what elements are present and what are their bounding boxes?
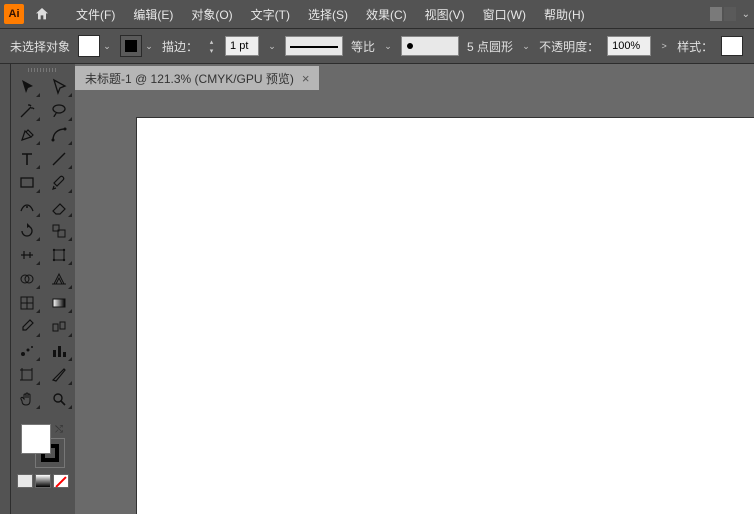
chevron-down-icon[interactable]: >: [659, 41, 669, 51]
menu-edit[interactable]: 编辑(E): [125, 2, 181, 27]
tool-panel: ⤭: [11, 64, 75, 514]
stroke-swatch[interactable]: ⌄: [120, 35, 154, 57]
column-graph-tool[interactable]: [45, 340, 73, 362]
mesh-tool[interactable]: [13, 292, 41, 314]
opacity-input[interactable]: [607, 36, 651, 56]
menu-help[interactable]: 帮助(H): [536, 2, 593, 27]
scale-tool[interactable]: [45, 220, 73, 242]
paintbrush-tool[interactable]: [45, 172, 73, 194]
canvas-viewport[interactable]: [75, 90, 754, 514]
panel-collapse-gutter[interactable]: [0, 64, 11, 514]
menu-type[interactable]: 文字(T): [243, 2, 298, 27]
gradient-tool[interactable]: [45, 292, 73, 314]
menu-select[interactable]: 选择(S): [300, 2, 356, 27]
selection-tool[interactable]: [13, 76, 41, 98]
pen-tool[interactable]: [13, 124, 41, 146]
close-icon[interactable]: ×: [302, 71, 310, 86]
canvas-area: 未标题-1 @ 121.3% (CMYK/GPU 预览) ×: [75, 64, 754, 514]
chevron-down-icon[interactable]: ⌄: [144, 41, 154, 51]
style-swatch[interactable]: [721, 36, 743, 56]
artboard[interactable]: [137, 118, 754, 514]
stroke-weight-input[interactable]: [225, 36, 259, 56]
zoom-tool[interactable]: [45, 388, 73, 410]
hand-tool[interactable]: [13, 388, 41, 410]
shaper-tool[interactable]: [13, 196, 41, 218]
stroke-label: 描边：: [162, 38, 198, 55]
app-icon: Ai: [4, 4, 24, 24]
brush-preview[interactable]: [401, 36, 459, 56]
style-label: 样式：: [677, 38, 713, 55]
lasso-tool[interactable]: [45, 100, 73, 122]
color-mode-none[interactable]: [53, 474, 69, 488]
chevron-down-icon[interactable]: ⌄: [521, 41, 531, 51]
free-transform-tool[interactable]: [45, 244, 73, 266]
fill-stroke-picker[interactable]: ⤭: [21, 424, 65, 468]
direct-selection-tool[interactable]: [45, 76, 73, 98]
menu-window[interactable]: 窗口(W): [475, 2, 534, 27]
blend-tool[interactable]: [45, 316, 73, 338]
chevron-down-icon[interactable]: ⌄: [383, 41, 393, 51]
opacity-label: 不透明度：: [539, 38, 599, 55]
workspace: ⤭ 未标题-1 @ 121.3% (CMYK/GPU 预览) ×: [0, 64, 754, 514]
color-mode-gradient[interactable]: [35, 474, 51, 488]
color-mode-row: [17, 474, 69, 488]
menu-file[interactable]: 文件(F): [68, 2, 123, 27]
eraser-tool[interactable]: [45, 196, 73, 218]
menu-effect[interactable]: 效果(C): [358, 2, 415, 27]
workspace-layout-toggle[interactable]: ⌄: [710, 7, 750, 21]
home-icon[interactable]: [30, 2, 54, 26]
eyedropper-tool[interactable]: [13, 316, 41, 338]
width-tool[interactable]: [13, 244, 41, 266]
slice-tool[interactable]: [45, 364, 73, 386]
chevron-down-icon: ⌄: [742, 9, 750, 20]
curvature-tool[interactable]: [45, 124, 73, 146]
cap-label: 5 点圆形: [467, 38, 513, 55]
perspective-grid-tool[interactable]: [45, 268, 73, 290]
shape-builder-tool[interactable]: [13, 268, 41, 290]
menu-object[interactable]: 对象(O): [183, 2, 240, 27]
chevron-down-icon[interactable]: ⌄: [267, 41, 277, 51]
control-bar: 未选择对象 ⌄ ⌄ 描边： ▴▾ ⌄ 等比 ⌄ 5 点圆形 ⌄ 不透明度： > …: [0, 28, 754, 64]
document-tab-title: 未标题-1 @ 121.3% (CMYK/GPU 预览): [85, 70, 294, 87]
menu-view[interactable]: 视图(V): [417, 2, 473, 27]
document-tab-bar: 未标题-1 @ 121.3% (CMYK/GPU 预览) ×: [75, 64, 754, 90]
line-tool[interactable]: [45, 148, 73, 170]
selection-status: 未选择对象: [10, 38, 70, 55]
fill-swatch[interactable]: ⌄: [78, 35, 112, 57]
fill-color[interactable]: [21, 424, 51, 454]
chevron-down-icon[interactable]: ⌄: [102, 41, 112, 51]
rotate-tool[interactable]: [13, 220, 41, 242]
panel-grip[interactable]: [28, 68, 58, 72]
swap-fill-stroke-icon[interactable]: ⤭: [55, 424, 63, 435]
document-tab[interactable]: 未标题-1 @ 121.3% (CMYK/GPU 预览) ×: [75, 66, 319, 90]
color-mode-solid[interactable]: [17, 474, 33, 488]
ratio-label: 等比: [351, 38, 375, 55]
magic-wand-tool[interactable]: [13, 100, 41, 122]
rectangle-tool[interactable]: [13, 172, 41, 194]
artboard-tool[interactable]: [13, 364, 41, 386]
type-tool[interactable]: [13, 148, 41, 170]
menu-bar: Ai 文件(F) 编辑(E) 对象(O) 文字(T) 选择(S) 效果(C) 视…: [0, 0, 754, 28]
stroke-type-dropdown[interactable]: [285, 36, 343, 56]
symbol-sprayer-tool[interactable]: [13, 340, 41, 362]
stroke-weight-stepper[interactable]: ▴▾: [206, 37, 217, 55]
